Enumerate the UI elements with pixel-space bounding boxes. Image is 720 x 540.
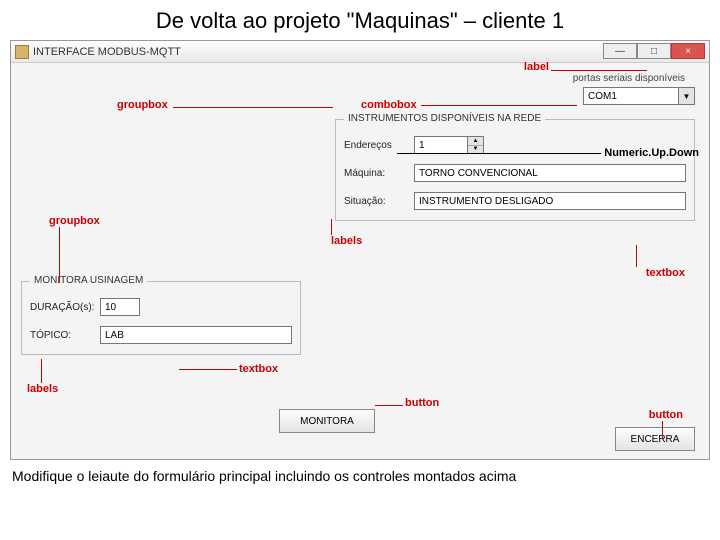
ann-line — [421, 105, 577, 106]
ann-line — [397, 153, 601, 154]
situacao-textbox[interactable]: INSTRUMENTO DESLIGADO — [414, 192, 686, 210]
ann-line — [331, 219, 332, 235]
maquina-label: Máquina: — [344, 168, 414, 179]
client-area: portas seriais disponíveis COM1 ▼ INSTRU… — [11, 63, 709, 459]
chevron-down-icon[interactable]: ▼ — [678, 88, 694, 104]
serial-ports-label: portas seriais disponíveis — [573, 73, 685, 84]
ann-groupbox-1: groupbox — [117, 99, 168, 111]
endereco-label: Endereços — [344, 140, 414, 151]
duracao-label: DURAÇÃO(s): — [30, 302, 100, 313]
ann-groupbox-2: groupbox — [49, 215, 100, 227]
ann-line — [41, 359, 42, 383]
close-button[interactable]: × — [671, 43, 705, 59]
ann-line — [636, 245, 637, 267]
ann-numeric: Numeric.Up.Down — [604, 147, 699, 159]
ann-combobox: combobox — [361, 99, 417, 111]
groupbox-instruments: INSTRUMENTOS DISPONÍVEIS NA REDE Endereç… — [335, 119, 695, 221]
groupbox-monitor: MONITORA USINAGEM DURAÇÃO(s): 10 TÓPICO:… — [21, 281, 301, 355]
spin-up-icon[interactable]: ▲ — [468, 137, 483, 146]
app-window: INTERFACE MODBUS-MQTT — □ × portas seria… — [10, 40, 710, 460]
groupbox-monitor-legend: MONITORA USINAGEM — [30, 275, 147, 286]
minimize-button[interactable]: — — [603, 43, 637, 59]
titlebar: INTERFACE MODBUS-MQTT — □ × — [11, 41, 709, 63]
page-footer: Modifique o leiaute do formulário princi… — [0, 466, 720, 486]
serial-ports-value: COM1 — [588, 91, 617, 102]
ann-line — [173, 107, 333, 108]
ann-labels-1: labels — [331, 235, 362, 247]
ann-labels-2: labels — [27, 383, 58, 395]
ann-line — [551, 70, 647, 71]
serial-ports-combobox[interactable]: COM1 ▼ — [583, 87, 695, 105]
endereco-numeric-input[interactable] — [415, 137, 467, 153]
maximize-button[interactable]: □ — [637, 43, 671, 59]
spin-down-icon[interactable]: ▼ — [468, 146, 483, 154]
topico-textbox[interactable]: LAB — [100, 326, 292, 344]
duracao-textbox[interactable]: 10 — [100, 298, 140, 316]
topico-label: TÓPICO: — [30, 330, 100, 341]
endereco-numericupdown[interactable]: ▲▼ — [414, 136, 484, 154]
ann-line — [59, 227, 60, 283]
encerra-button[interactable]: ENCERRA — [615, 427, 695, 451]
maquina-textbox[interactable]: TORNO CONVENCIONAL — [414, 164, 686, 182]
ann-button-1: button — [405, 397, 439, 409]
monitora-button[interactable]: MONITORA — [279, 409, 375, 433]
ann-line — [662, 421, 663, 439]
ann-textbox-2: textbox — [239, 363, 278, 375]
page-title: De volta ao projeto "Maquinas" – cliente… — [0, 0, 720, 40]
ann-label: label — [524, 61, 549, 73]
situacao-label: Situação: — [344, 196, 414, 207]
ann-line — [179, 369, 237, 370]
ann-button-2: button — [649, 409, 683, 421]
window-title: INTERFACE MODBUS-MQTT — [33, 46, 181, 58]
ann-textbox-1: textbox — [646, 267, 685, 279]
ann-line — [375, 405, 403, 406]
app-icon — [15, 45, 29, 59]
groupbox-instruments-legend: INSTRUMENTOS DISPONÍVEIS NA REDE — [344, 113, 545, 124]
